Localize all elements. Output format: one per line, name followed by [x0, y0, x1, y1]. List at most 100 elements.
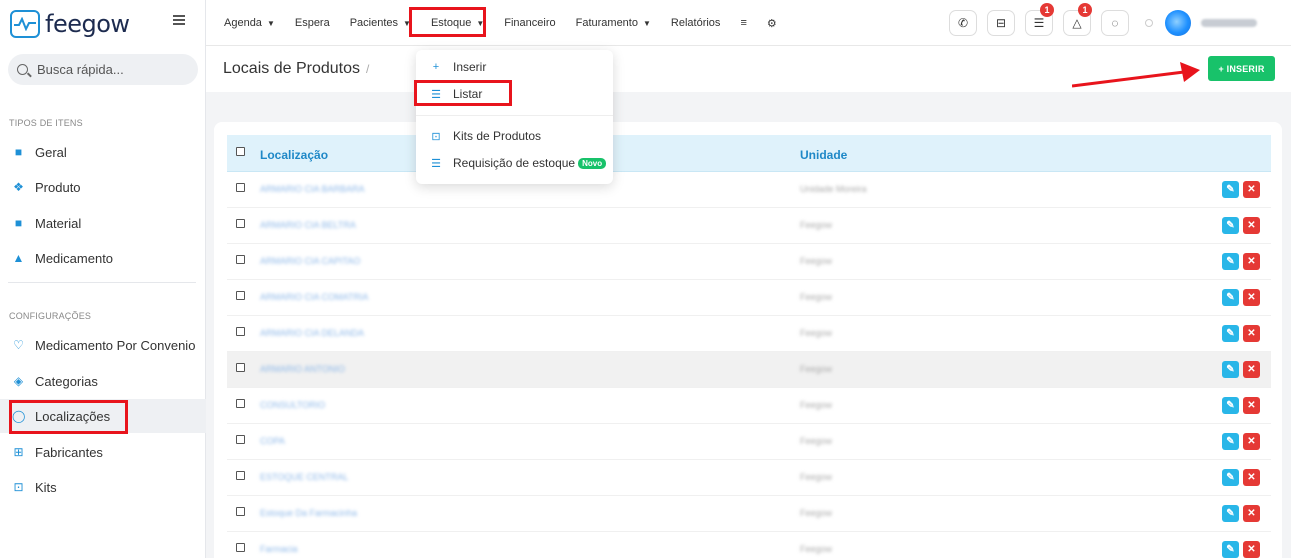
edit-button[interactable]: ✎: [1222, 397, 1239, 414]
menu-item-kits-produtos[interactable]: ⊡ Kits de Produtos: [430, 129, 541, 143]
edit-button[interactable]: ✎: [1222, 433, 1239, 450]
row-checkbox[interactable]: [236, 399, 245, 408]
nav-relatorios[interactable]: Relatórios: [671, 17, 721, 29]
table-row: ARMARIO CIA BARBARA Unidade Moreira ✎ ✕: [227, 172, 1271, 208]
location-link[interactable]: ESTOQUE CENTRAL: [260, 472, 348, 482]
row-checkbox[interactable]: [236, 507, 245, 516]
sidebar-item-categorias[interactable]: ◈ Categorias: [0, 364, 206, 398]
edit-button[interactable]: ✎: [1222, 505, 1239, 522]
row-checkbox[interactable]: [236, 363, 245, 372]
page-title: Locais de Produtos /: [223, 60, 369, 78]
briefcase-icon: ■: [14, 145, 23, 159]
location-link[interactable]: Farmacia: [260, 544, 298, 554]
delete-button[interactable]: ✕: [1243, 217, 1260, 234]
table-row: Estoque Da Farmacinha Feegow ✎ ✕: [227, 496, 1271, 532]
select-all-checkbox[interactable]: [236, 147, 245, 156]
unit-cell: Feegow: [800, 364, 833, 374]
unit-cell: Unidade Moreira: [800, 184, 867, 194]
delete-button[interactable]: ✕: [1243, 505, 1260, 522]
unit-cell: Feegow: [800, 256, 833, 266]
location-link[interactable]: ARMARIO CIA CAPITAO: [260, 256, 360, 266]
edit-button[interactable]: ✎: [1222, 469, 1239, 486]
delete-button[interactable]: ✕: [1243, 325, 1260, 342]
quick-search-input[interactable]: Busca rápida...: [8, 54, 198, 85]
phone-icon[interactable]: ✆: [949, 10, 977, 36]
tasks-icon[interactable]: ☰ 1: [1025, 3, 1054, 36]
location-link[interactable]: ARMARIO CIA COMATRIA: [260, 292, 368, 302]
row-checkbox[interactable]: [236, 219, 245, 228]
bell-icon[interactable]: △ 1: [1063, 3, 1092, 36]
highlight-box-localizacoes: [9, 400, 128, 434]
unit-cell: Feegow: [800, 400, 833, 410]
edit-button[interactable]: ✎: [1222, 217, 1239, 234]
unit-cell: Feegow: [800, 508, 833, 518]
shapes-icon: ◈: [13, 374, 24, 388]
locations-table-card: Localização Unidade ARMARIO CIA BARBARA U…: [214, 122, 1282, 558]
row-checkbox[interactable]: [236, 291, 245, 300]
location-link[interactable]: Estoque Da Farmacinha: [260, 508, 357, 518]
section-title-item-types: TIPOS DE ITENS: [9, 118, 83, 128]
delete-button[interactable]: ✕: [1243, 289, 1260, 306]
database-icon[interactable]: ≡: [740, 17, 746, 29]
checklist-icon: ☰: [431, 157, 441, 170]
settings-icon[interactable]: ⚙: [767, 17, 777, 30]
nav-agenda[interactable]: Agenda ▼: [224, 17, 275, 29]
nav-faturamento[interactable]: Faturamento ▼: [576, 17, 651, 29]
col-localizacao[interactable]: Localização: [260, 148, 328, 162]
sidebar-item-medicamento-convenio[interactable]: ♡ Medicamento Por Convenio: [0, 328, 206, 362]
menu-item-requisicao-estoque[interactable]: ☰ Requisição de estoque Novo: [430, 156, 607, 170]
row-checkbox[interactable]: [236, 471, 245, 480]
col-unidade[interactable]: Unidade: [800, 148, 847, 162]
table-row: COPA Feegow ✎ ✕: [227, 424, 1271, 460]
delete-button[interactable]: ✕: [1243, 181, 1260, 198]
delete-button[interactable]: ✕: [1243, 541, 1260, 558]
row-checkbox[interactable]: [236, 435, 245, 444]
table-row: ARMARIO CIA BELTRA Feegow ✎ ✕: [227, 208, 1271, 244]
inbox-icon[interactable]: ⊟: [987, 10, 1015, 36]
edit-button[interactable]: ✎: [1222, 253, 1239, 270]
delete-button[interactable]: ✕: [1243, 397, 1260, 414]
location-link[interactable]: ARMARIO CIA BELTRA: [260, 220, 356, 230]
nav-espera[interactable]: Espera: [295, 17, 330, 29]
row-checkbox[interactable]: [236, 255, 245, 264]
edit-button[interactable]: ✎: [1222, 325, 1239, 342]
menu-toggle-icon[interactable]: [173, 15, 185, 25]
logo[interactable]: feegow: [10, 9, 130, 39]
location-link[interactable]: CONSULTORIO: [260, 400, 325, 410]
location-link[interactable]: ARMARIO CIA DELANDA: [260, 328, 364, 338]
nav-financeiro[interactable]: Financeiro: [504, 17, 555, 29]
sidebar-item-medicamento[interactable]: ▲ Medicamento: [0, 241, 206, 275]
insert-button[interactable]: + INSERIR: [1208, 56, 1275, 81]
sidebar-item-geral[interactable]: ■ Geral: [0, 135, 206, 169]
sidebar-item-label: Material: [35, 215, 82, 231]
edit-button[interactable]: ✎: [1222, 181, 1239, 198]
sidebar-item-fabricantes[interactable]: ⊞ Fabricantes: [0, 435, 206, 469]
heartbeat-icon: ♡: [13, 338, 24, 352]
sidebar-item-material[interactable]: ■ Material: [0, 206, 206, 240]
sidebar-item-label: Geral: [35, 144, 67, 160]
delete-button[interactable]: ✕: [1243, 361, 1260, 378]
edit-button[interactable]: ✎: [1222, 361, 1239, 378]
menu-item-inserir[interactable]: + Inserir: [430, 60, 487, 74]
row-checkbox[interactable]: [236, 327, 245, 336]
delete-button[interactable]: ✕: [1243, 253, 1260, 270]
delete-button[interactable]: ✕: [1243, 433, 1260, 450]
delete-button[interactable]: ✕: [1243, 469, 1260, 486]
nav-pacientes[interactable]: Pacientes ▼: [350, 17, 411, 29]
highlight-box-listar: [414, 80, 512, 106]
avatar[interactable]: [1165, 10, 1191, 36]
row-checkbox[interactable]: [236, 543, 245, 552]
user-name[interactable]: [1201, 19, 1257, 27]
sidebar-item-produto[interactable]: ❖ Produto: [0, 170, 206, 204]
edit-button[interactable]: ✎: [1222, 541, 1239, 558]
menu-divider: [416, 115, 613, 116]
row-checkbox[interactable]: [236, 183, 245, 192]
location-link[interactable]: COPA: [260, 436, 285, 446]
chat-icon[interactable]: ◌: [1101, 10, 1129, 36]
sidebar-item-kits[interactable]: ⊡ Kits: [0, 470, 206, 504]
estoque-dropdown-menu: + Inserir ☰ Listar ⊡ Kits de Produtos ☰ Requ…: [416, 50, 613, 184]
unit-cell: Feegow: [800, 220, 833, 230]
location-link[interactable]: ARMARIO CIA BARBARA: [260, 184, 365, 194]
location-link[interactable]: ARMARIO ANTONIO: [260, 364, 345, 374]
edit-button[interactable]: ✎: [1222, 289, 1239, 306]
